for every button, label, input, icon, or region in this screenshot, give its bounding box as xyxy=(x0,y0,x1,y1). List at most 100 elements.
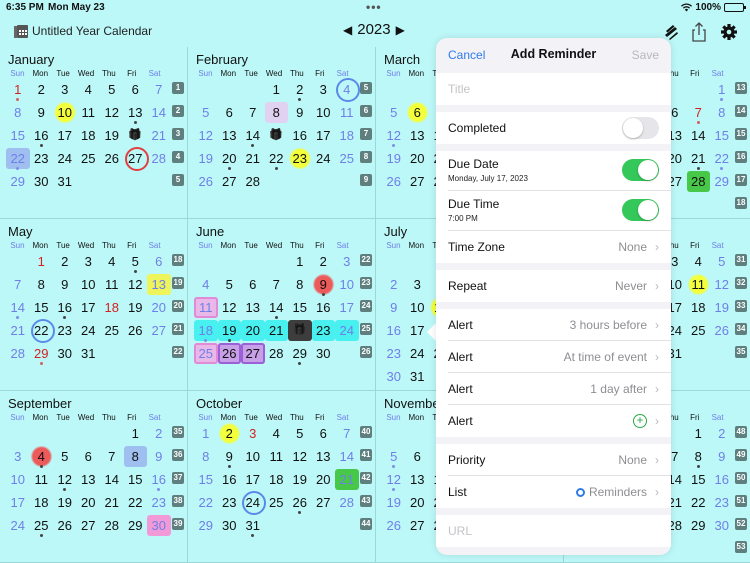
completed-toggle[interactable] xyxy=(622,117,659,139)
week-number-badge[interactable]: 5 xyxy=(172,174,184,186)
day-cell[interactable]: 16 xyxy=(30,125,54,147)
day-cell[interactable]: 17 xyxy=(312,125,336,146)
save-button[interactable]: Save xyxy=(632,48,659,62)
day-cell[interactable]: 18 xyxy=(77,125,101,146)
day-cell[interactable]: 26 xyxy=(217,343,241,364)
day-cell[interactable]: 5 xyxy=(100,79,124,100)
day-cell[interactable]: 29 xyxy=(687,515,711,536)
day-cell[interactable]: 18 xyxy=(265,469,289,490)
day-cell[interactable]: 15 xyxy=(124,469,148,490)
day-cell[interactable]: 3 xyxy=(312,79,336,100)
day-cell[interactable]: 14 xyxy=(6,297,30,319)
day-cell[interactable]: 31 xyxy=(241,515,265,537)
previous-year-button[interactable]: ◀ xyxy=(343,23,352,37)
day-cell[interactable]: 26 xyxy=(53,515,77,536)
day-cell[interactable]: 2 xyxy=(312,251,336,272)
day-cell[interactable]: 8 xyxy=(687,446,711,468)
day-cell[interactable]: 1 xyxy=(687,423,711,444)
day-cell[interactable]: 8 xyxy=(30,274,54,295)
day-cell[interactable]: 6 xyxy=(312,423,336,444)
day-cell[interactable]: 15 xyxy=(6,125,30,146)
day-cell[interactable]: 9 xyxy=(53,274,77,295)
day-cell[interactable]: 19 xyxy=(124,297,148,318)
day-cell[interactable]: 17 xyxy=(241,469,265,490)
week-number-badge[interactable]: 43 xyxy=(360,495,372,507)
week-number-badge[interactable]: 5 xyxy=(360,82,372,94)
day-cell[interactable]: 19 xyxy=(53,492,77,513)
day-cell[interactable]: 20 xyxy=(406,148,430,169)
day-cell[interactable]: 10 xyxy=(241,446,265,467)
day-cell[interactable]: 10 xyxy=(312,102,336,123)
time-zone-row[interactable]: Time Zone None › xyxy=(448,231,671,263)
week-number-badge[interactable]: 50 xyxy=(735,472,747,484)
day-cell[interactable]: 28 xyxy=(686,171,710,192)
week-number-badge[interactable]: 2 xyxy=(172,105,184,117)
day-cell[interactable]: 5 xyxy=(382,102,406,123)
day-cell[interactable]: 6 xyxy=(124,79,148,100)
day-cell[interactable]: 27 xyxy=(406,515,430,536)
day-cell[interactable]: 5 xyxy=(124,251,148,273)
week-number-badge[interactable]: 32 xyxy=(735,277,747,289)
day-cell[interactable]: 19 xyxy=(194,148,218,169)
day-cell[interactable]: 4 xyxy=(335,78,360,102)
day-cell[interactable]: 23 xyxy=(710,492,734,513)
week-number-badge[interactable]: 44 xyxy=(360,518,372,530)
day-cell[interactable]: 8 xyxy=(194,446,218,467)
day-cell[interactable]: 22 xyxy=(30,319,54,343)
alert-row[interactable]: Alert 1 day after › xyxy=(448,373,671,405)
day-cell[interactable]: 9 xyxy=(218,446,242,468)
day-cell[interactable]: 26 xyxy=(194,171,218,192)
day-cell[interactable]: 16 xyxy=(710,469,734,490)
day-cell[interactable]: 3 xyxy=(241,423,265,444)
day-cell[interactable]: 17 xyxy=(6,492,30,513)
day-cell[interactable]: 30 xyxy=(312,343,336,364)
day-cell[interactable]: 5 xyxy=(194,102,218,123)
week-number-badge[interactable]: 37 xyxy=(172,472,184,484)
week-number-badge[interactable]: 23 xyxy=(360,277,372,289)
day-cell[interactable]: 14 xyxy=(335,446,359,467)
day-cell[interactable]: 9 xyxy=(710,446,734,467)
day-cell[interactable]: 15 xyxy=(710,125,734,146)
day-cell[interactable]: 25 xyxy=(335,148,359,169)
day-cell[interactable]: 13 xyxy=(241,297,265,318)
day-cell[interactable]: 27 xyxy=(147,320,171,341)
day-cell[interactable]: 25 xyxy=(77,148,101,169)
day-cell[interactable]: 26 xyxy=(288,492,312,514)
day-cell[interactable]: 4 xyxy=(29,446,53,468)
day-cell[interactable]: 20 xyxy=(147,297,171,318)
day-cell[interactable]: 4 xyxy=(265,423,289,444)
day-cell[interactable]: 24 xyxy=(335,320,359,341)
day-cell[interactable]: 12 xyxy=(382,125,406,147)
day-cell[interactable]: 30 xyxy=(218,515,242,536)
week-number-badge[interactable]: 6 xyxy=(360,105,372,117)
day-cell[interactable]: 26 xyxy=(100,148,124,169)
day-cell[interactable]: 12 xyxy=(100,102,124,123)
day-cell[interactable]: 28 xyxy=(147,148,171,169)
day-cell[interactable]: 30 xyxy=(30,171,54,192)
day-cell[interactable]: 31 xyxy=(406,366,430,387)
week-number-badge[interactable]: 24 xyxy=(360,300,372,312)
day-cell[interactable]: 13 xyxy=(406,125,430,146)
day-cell[interactable]: 23 xyxy=(382,343,406,364)
day-cell[interactable]: 24 xyxy=(53,148,77,169)
day-cell[interactable]: 12 xyxy=(382,469,406,491)
day-cell[interactable]: 14 xyxy=(147,102,171,123)
day-cell[interactable]: 4 xyxy=(194,274,218,295)
day-cell[interactable]: 29 xyxy=(288,343,312,365)
day-cell[interactable]: 4 xyxy=(77,79,101,100)
day-cell[interactable]: 11 xyxy=(335,102,359,123)
day-cell[interactable]: 18 xyxy=(100,297,124,318)
day-cell[interactable]: 16 xyxy=(288,125,312,146)
day-cell[interactable]: 7 xyxy=(147,79,171,100)
day-cell[interactable]: 16 xyxy=(147,469,171,491)
day-cell[interactable]: 20 xyxy=(218,148,242,170)
week-number-badge[interactable]: 1 xyxy=(172,82,184,94)
day-cell[interactable]: 7 xyxy=(241,102,265,123)
day-cell[interactable]: 24 xyxy=(6,515,30,536)
week-number-badge[interactable]: 16 xyxy=(735,151,747,163)
week-number-badge[interactable]: 36 xyxy=(172,449,184,461)
week-number-badge[interactable]: 26 xyxy=(360,346,372,358)
week-number-badge[interactable]: 48 xyxy=(735,426,747,438)
day-cell[interactable]: 22 xyxy=(687,492,711,513)
day-cell[interactable]: 16 xyxy=(382,320,406,341)
